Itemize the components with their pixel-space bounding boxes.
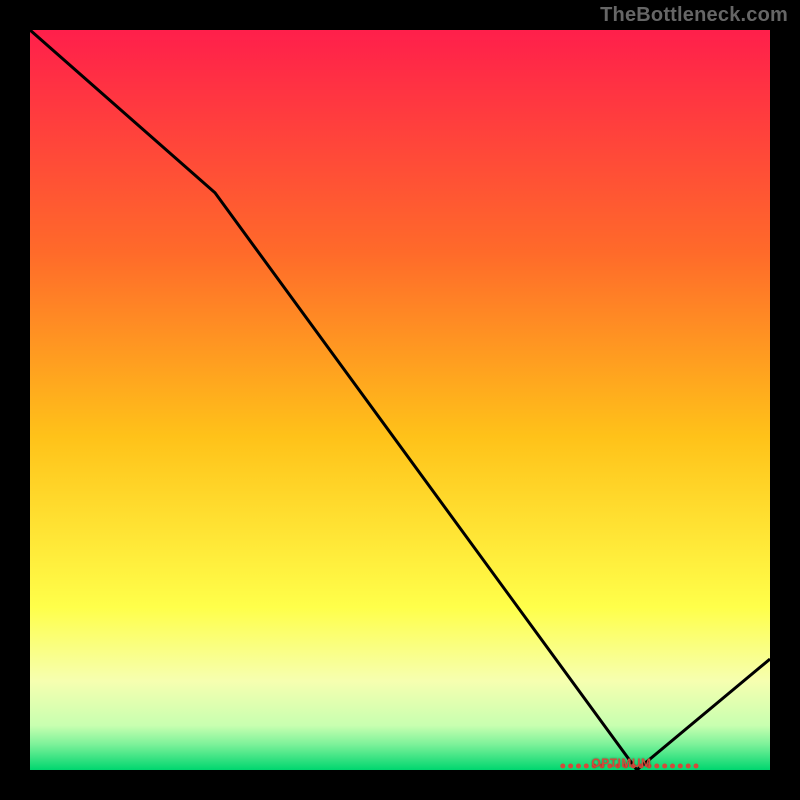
chart-svg <box>30 30 770 770</box>
chart-frame: TheBottleneck.com OPTIMUM <box>0 0 800 800</box>
plot-inner <box>30 30 770 770</box>
plot-area: OPTIMUM <box>30 30 770 770</box>
attribution-text: TheBottleneck.com <box>600 4 788 27</box>
gradient-background <box>30 30 770 770</box>
optimal-label: OPTIMUM <box>591 756 651 770</box>
